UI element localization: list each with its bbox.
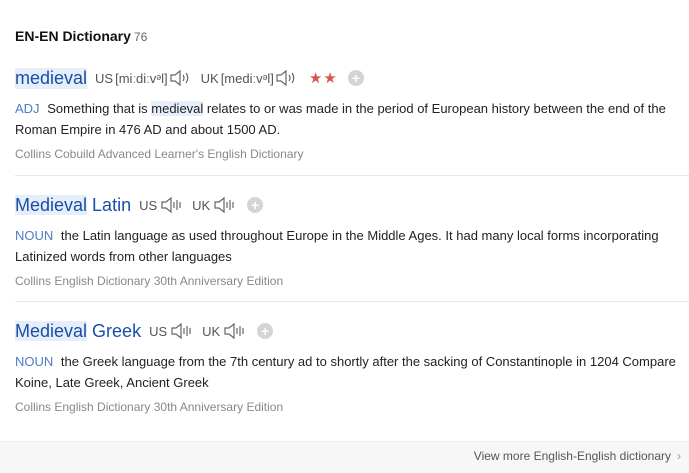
pronunciation-uk: UK [mediːvᵊl]: [201, 68, 299, 88]
pronunciation-uk: UK: [192, 195, 237, 215]
headword[interactable]: Medieval Latin: [15, 194, 132, 216]
us-ipa: [miːdiːvᵊl]: [115, 70, 168, 86]
us-label: US: [149, 323, 168, 339]
dictionary-title: EN-EN Dictionary: [15, 28, 131, 44]
definition-text-before: Something that is: [47, 101, 148, 116]
footer-bar: View more English-English dictionary ›: [0, 441, 689, 473]
entry-medieval: medieval US [miːdiːvᵊl] UK [mediːvᵊl] ★★…: [15, 66, 689, 161]
view-more-label: View more English-English dictionary: [473, 449, 671, 463]
definition-text: the Latin language as used throughout Eu…: [15, 228, 659, 264]
speaker-icon[interactable]: [170, 321, 194, 341]
entry-divider: [15, 301, 689, 302]
add-to-wordbook-button[interactable]: +: [347, 70, 364, 86]
part-of-speech: ADJ: [15, 101, 40, 116]
entry-medieval-greek: Medieval Greek US UK + NOUN the Greek la…: [15, 319, 689, 414]
definition: ADJ Something that is medieval relates t…: [15, 98, 683, 140]
speaker-icon[interactable]: [160, 195, 184, 215]
entry-divider: [15, 175, 689, 176]
dictionary-source: Collins Cobuild Advanced Learner's Engli…: [15, 147, 304, 161]
dictionary-source: Collins English Dictionary 30th Annivers…: [15, 274, 284, 288]
entry-head-row: Medieval Greek US UK +: [15, 319, 689, 343]
entry-head-row: Medieval Latin US UK +: [15, 193, 689, 217]
entry-medieval-latin: Medieval Latin US UK + NOUN the Latin la…: [15, 193, 689, 288]
entry-head-row: medieval US [miːdiːvᵊl] UK [mediːvᵊl] ★★…: [15, 66, 689, 90]
uk-label: UK: [192, 197, 211, 213]
definition: NOUN the Greek language from the 7th cen…: [15, 351, 683, 393]
dictionary-source: Collins English Dictionary 30th Annivers…: [15, 400, 284, 414]
add-to-wordbook-button[interactable]: +: [247, 197, 264, 213]
speaker-icon[interactable]: [169, 68, 193, 88]
headword[interactable]: medieval: [15, 67, 88, 89]
speaker-icon[interactable]: [275, 68, 299, 88]
pronunciation-us: US: [149, 321, 194, 341]
headword-rest: Greek: [87, 320, 142, 341]
frequency-stars: ★★: [308, 70, 338, 87]
definition: NOUN the Latin language as used througho…: [15, 225, 683, 267]
us-label: US: [95, 70, 114, 86]
view-more-link[interactable]: View more English-English dictionary ›: [474, 449, 681, 463]
speaker-icon[interactable]: [213, 195, 237, 215]
headword[interactable]: Medieval Greek: [15, 320, 142, 342]
uk-label: UK: [202, 323, 221, 339]
part-of-speech: NOUN: [15, 354, 54, 369]
uk-ipa: [mediːvᵊl]: [220, 70, 274, 86]
result-count: 76: [133, 30, 148, 44]
pronunciation-us: US: [139, 195, 184, 215]
pronunciation-uk: UK: [202, 321, 247, 341]
uk-label: UK: [200, 70, 219, 86]
add-to-wordbook-button[interactable]: +: [257, 323, 274, 339]
definition-text: the Greek language from the 7th century …: [15, 354, 676, 390]
headword-rest: Latin: [87, 194, 132, 215]
headword-highlight: Medieval: [15, 194, 88, 215]
chevron-right-icon: ›: [677, 449, 681, 463]
pronunciation-us: US [miːdiːvᵊl]: [95, 68, 193, 88]
definition-highlight: medieval: [151, 101, 204, 116]
speaker-icon[interactable]: [223, 321, 247, 341]
headword-highlight: Medieval: [15, 320, 88, 341]
us-label: US: [139, 197, 158, 213]
part-of-speech: NOUN: [15, 228, 54, 243]
dictionary-header: EN-EN Dictionary 76: [15, 28, 147, 46]
